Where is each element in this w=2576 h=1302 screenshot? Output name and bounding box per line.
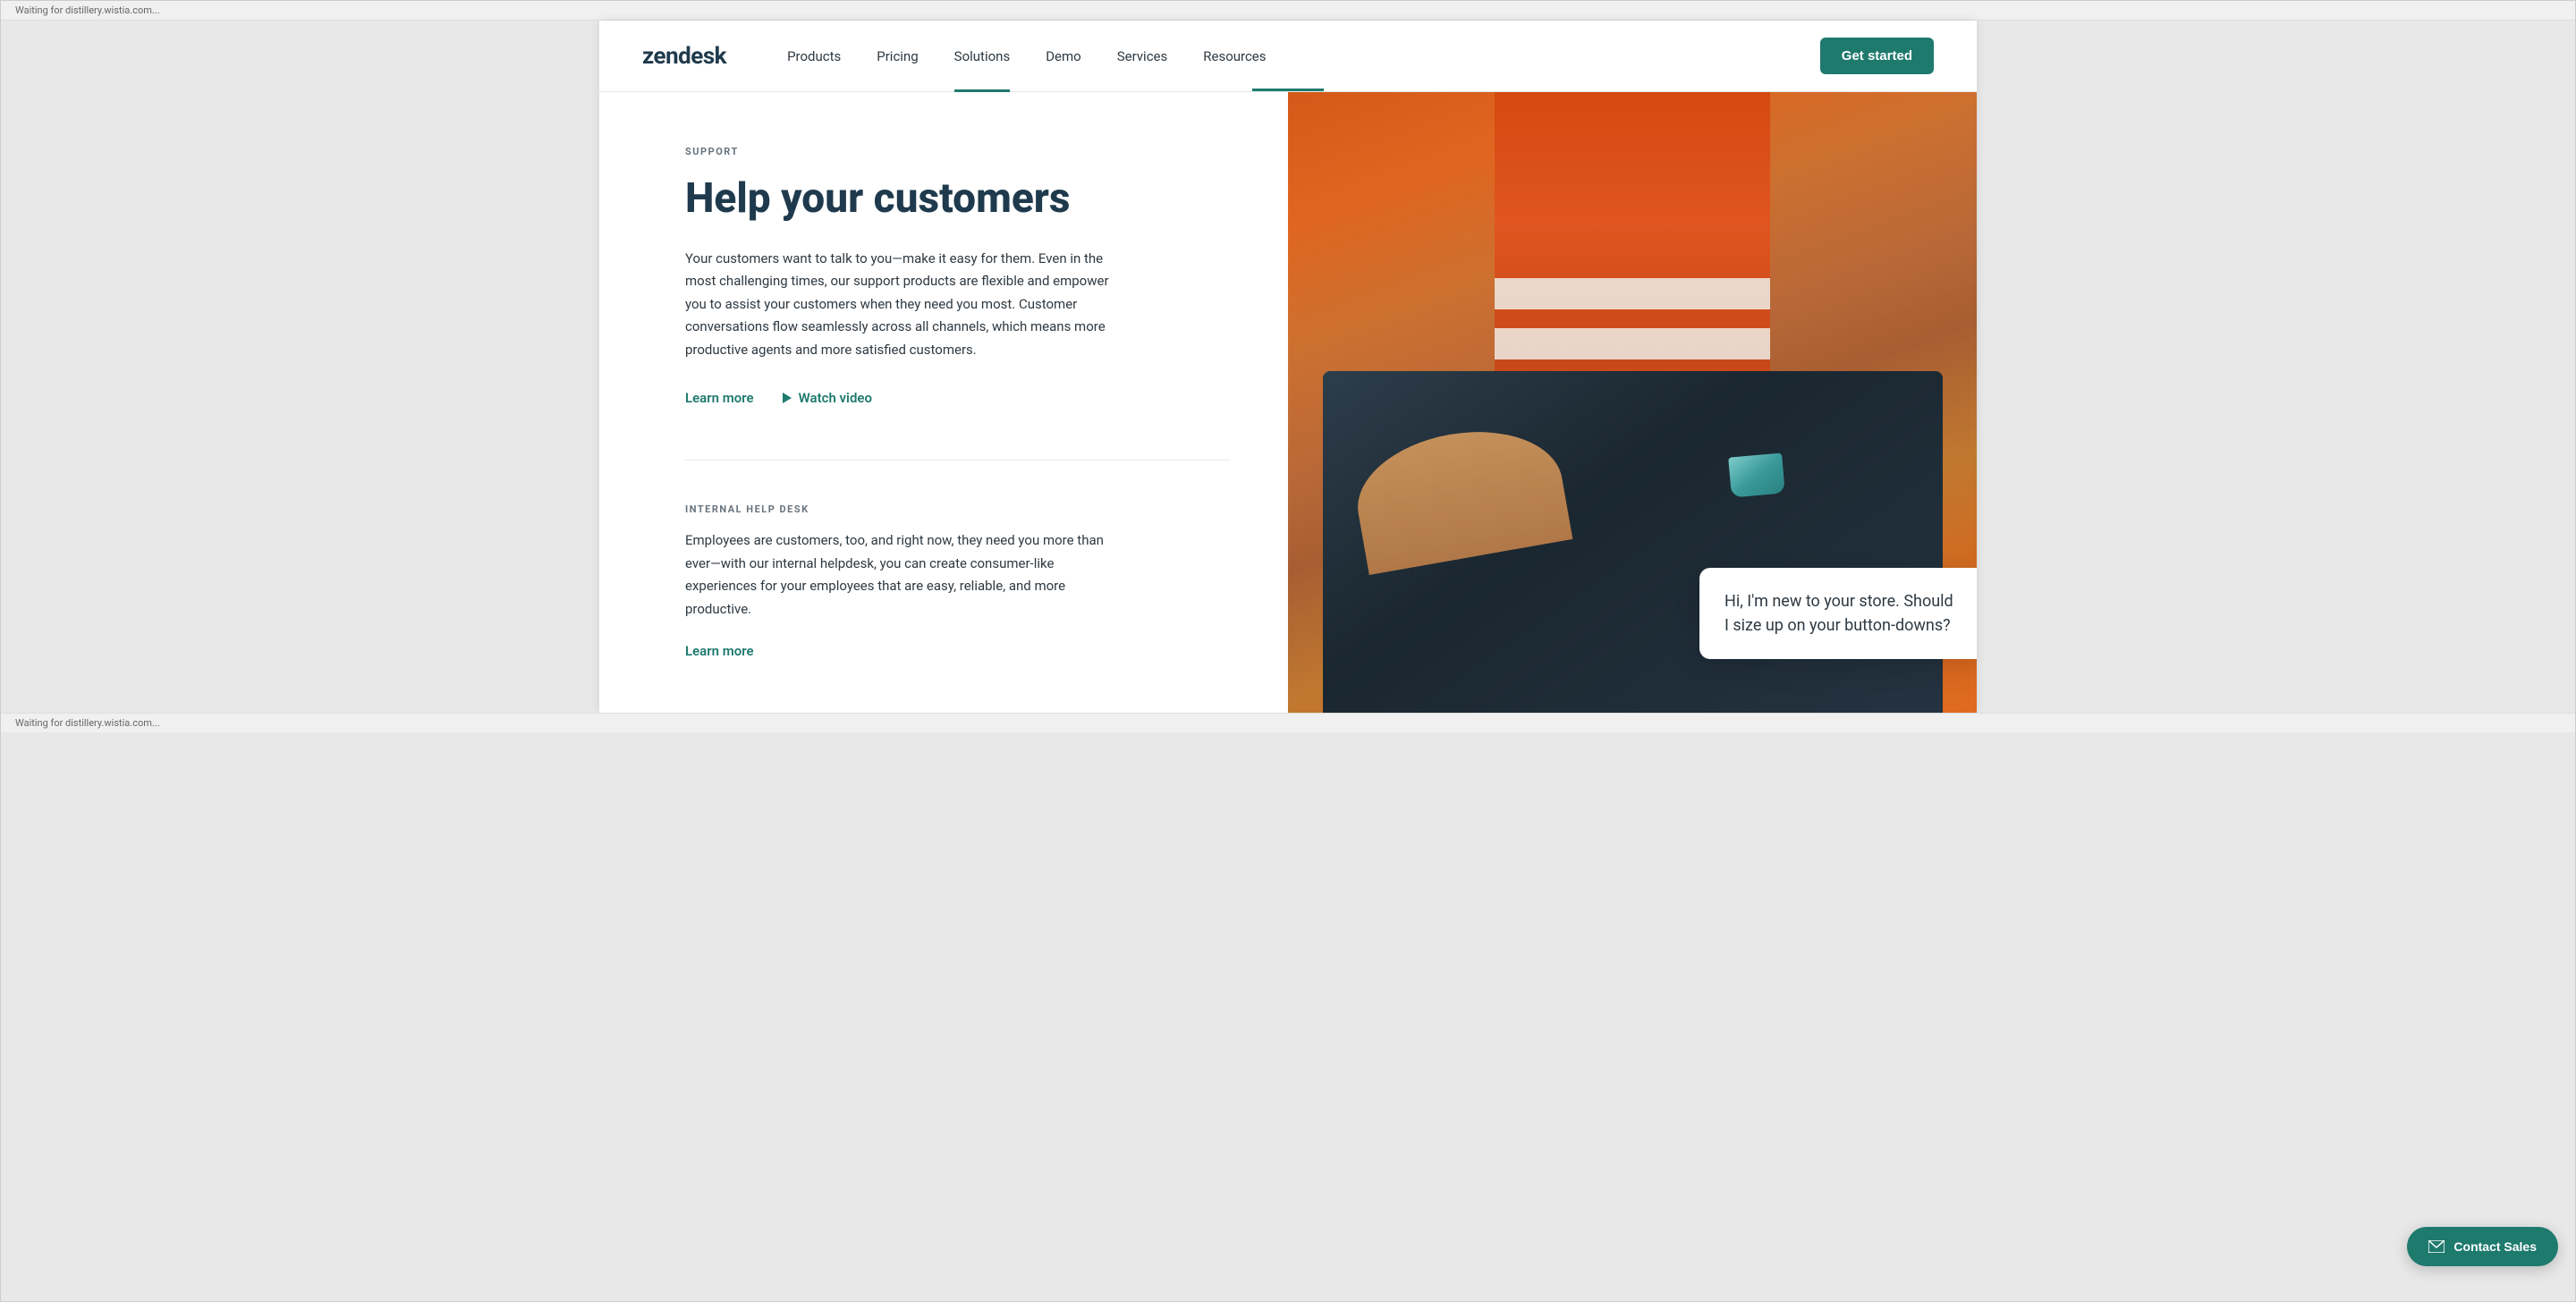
hero-image: Hi, I'm new to your store. Should I size… (1288, 92, 1977, 713)
nav-item-products[interactable]: Products (769, 21, 859, 92)
hero-description: Your customers want to talk to you—make … (685, 248, 1114, 362)
email-icon (2428, 1240, 2445, 1253)
header-cta: Get started (1820, 38, 1934, 74)
left-panel: SUPPORT Help your customers Your custome… (599, 92, 1288, 713)
right-panel: Hi, I'm new to your store. Should I size… (1288, 92, 1977, 713)
watch-video-link[interactable]: Watch video (783, 390, 872, 406)
status-text: Waiting for distillery.wistia.com... (15, 4, 160, 16)
stripe-1 (1495, 278, 1770, 309)
logo[interactable]: zendesk (642, 43, 726, 70)
contact-sales-button[interactable]: Contact Sales (2407, 1227, 2558, 1266)
internal-section: INTERNAL HELP DESK Employees are custome… (685, 460, 1231, 659)
nav-item-solutions[interactable]: Solutions (936, 21, 1029, 92)
object-element (1729, 453, 1786, 498)
watch-video-label: Watch video (799, 390, 872, 406)
internal-description: Employees are customers, too, and right … (685, 529, 1114, 621)
section-label: SUPPORT (685, 146, 1231, 157)
nav-item-pricing[interactable]: Pricing (859, 21, 936, 92)
play-icon (783, 393, 792, 403)
learn-more-link[interactable]: Learn more (685, 390, 754, 406)
bottom-status-text: Waiting for distillery.wistia.com... (15, 717, 160, 729)
nav-item-services[interactable]: Services (1099, 21, 1186, 92)
internal-learn-more-link[interactable]: Learn more (685, 643, 754, 659)
main-nav: Products Pricing Solutions Demo Services… (769, 21, 1820, 92)
chat-bubble-text: Hi, I'm new to your store. Should I size… (1724, 589, 1961, 638)
bottom-status-bar: Waiting for distillery.wistia.com... (1, 713, 2575, 732)
stripe-2 (1495, 328, 1770, 359)
internal-section-label: INTERNAL HELP DESK (685, 503, 1231, 515)
nav-item-demo[interactable]: Demo (1028, 21, 1099, 92)
contact-sales-label: Contact Sales (2453, 1239, 2537, 1254)
action-links: Learn more Watch video (685, 390, 1231, 406)
header: zendesk Products Pricing Solutions Demo … (599, 21, 1977, 92)
nav-item-resources[interactable]: Resources (1185, 21, 1284, 92)
main-content: SUPPORT Help your customers Your custome… (599, 92, 1977, 713)
chat-bubble: Hi, I'm new to your store. Should I size… (1699, 568, 1977, 659)
get-started-button[interactable]: Get started (1820, 38, 1934, 74)
active-nav-indicator (1252, 89, 1324, 91)
main-heading: Help your customers (685, 175, 1231, 223)
